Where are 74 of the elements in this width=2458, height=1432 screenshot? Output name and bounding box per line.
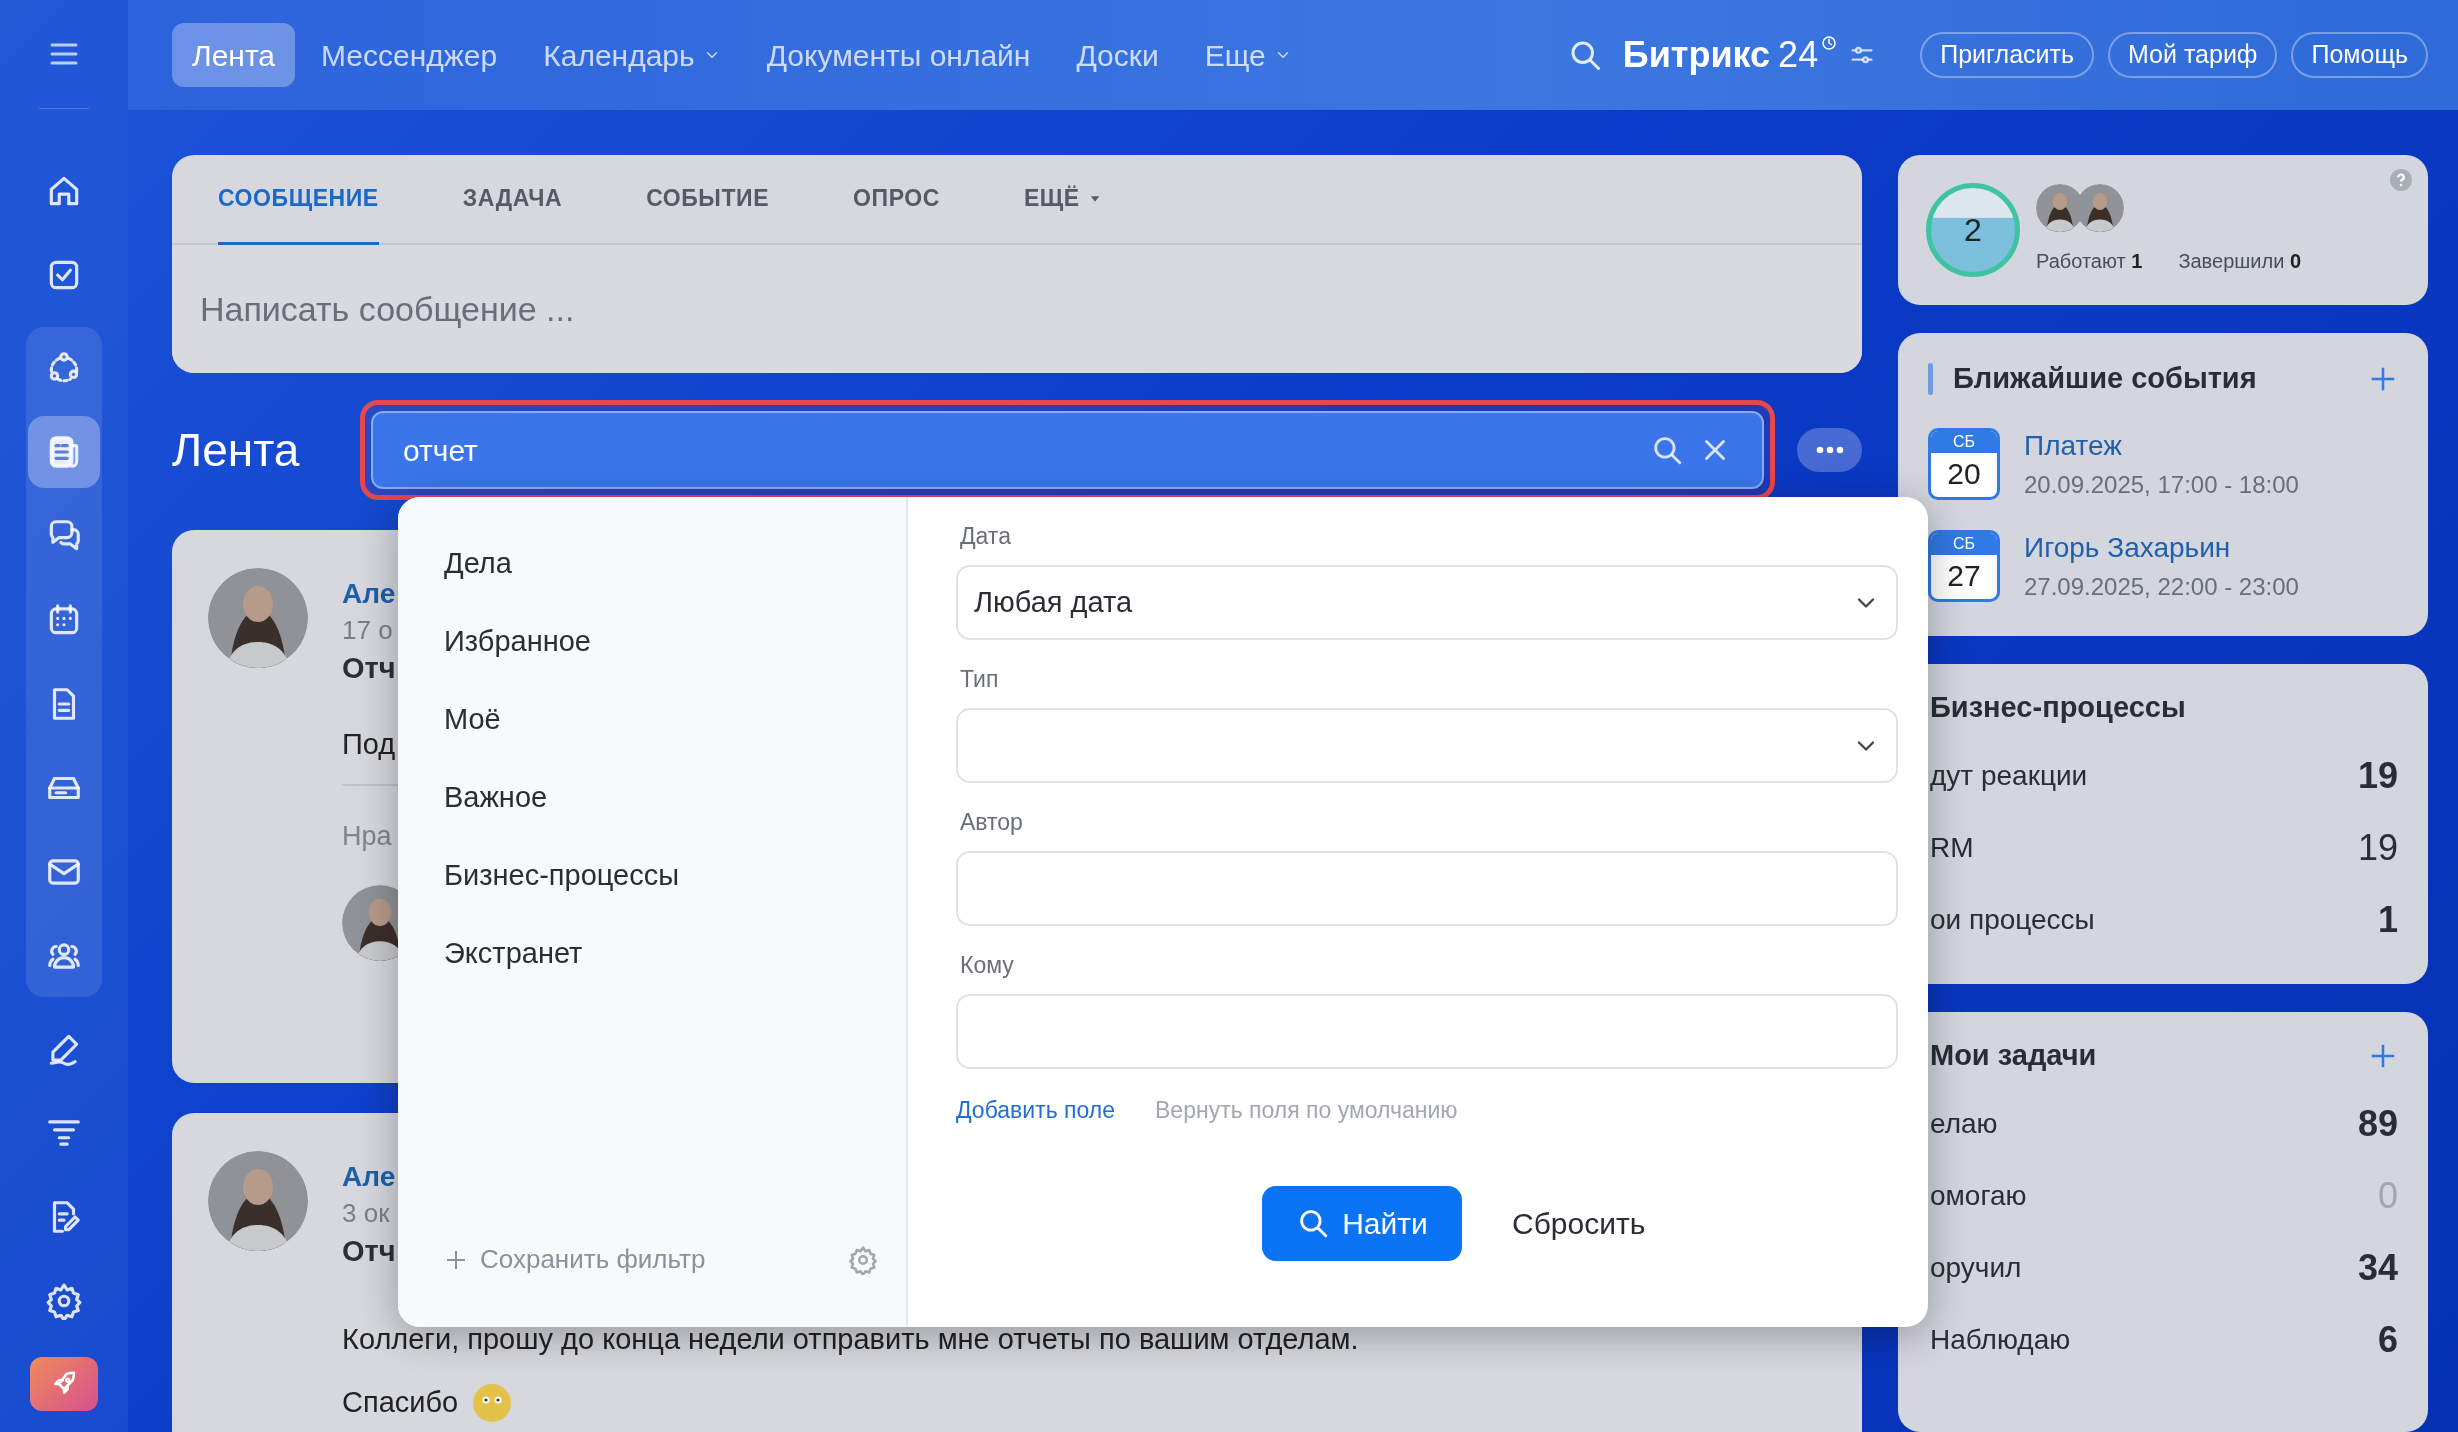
workday-counter[interactable]: 2 bbox=[1926, 183, 2020, 277]
accent-bar bbox=[1928, 362, 1933, 395]
filter-preset[interactable]: Важное bbox=[444, 759, 878, 837]
nav-tab[interactable]: Еще bbox=[1184, 23, 1312, 87]
search-field[interactable]: отчет bbox=[371, 411, 1764, 489]
header-button[interactable]: Мой тариф bbox=[2108, 32, 2278, 78]
counter-row[interactable]: Наблюдаю 6 bbox=[1930, 1316, 2398, 1364]
header-button[interactable]: Пригласить bbox=[1920, 32, 2094, 78]
post-date: 17 о bbox=[342, 614, 393, 647]
search-input[interactable]: отчет bbox=[403, 427, 1650, 473]
working-count: Работают 1 bbox=[2036, 249, 2143, 274]
settings-icon[interactable] bbox=[848, 1244, 878, 1275]
post-title: Отч bbox=[342, 651, 396, 686]
card-title: Мои задачи bbox=[1930, 1038, 2098, 1074]
event-time: 20.09.2025, 17:00 - 18:00 bbox=[2024, 469, 2299, 500]
like-link[interactable]: Нра bbox=[342, 816, 392, 857]
header-button[interactable]: Помощь bbox=[2291, 32, 2428, 78]
nav-tab[interactable]: Документы онлайн bbox=[746, 23, 1051, 87]
counter-row[interactable]: RM 19 bbox=[1930, 824, 2398, 872]
avatar[interactable] bbox=[208, 1151, 308, 1251]
post-text: Коллеги, прошу до конца недели отправить мне отчеты по вашим отделам. bbox=[342, 1322, 1359, 1357]
composer-tab[interactable]: ЗАДАЧА bbox=[462, 155, 563, 245]
select-field[interactable] bbox=[956, 708, 1898, 783]
nav-tab[interactable]: Мессенджер bbox=[301, 23, 518, 87]
nav-tab[interactable]: Календарь bbox=[523, 23, 741, 87]
input-field[interactable] bbox=[956, 994, 1898, 1069]
save-filter-button[interactable]: Сохранить фильтр bbox=[444, 1240, 706, 1279]
card-title: Бизнес-процессы bbox=[1930, 690, 2187, 726]
finished-count: Завершили 0 bbox=[2178, 249, 2301, 274]
event-link[interactable]: Платеж bbox=[2024, 424, 2299, 467]
post-text: Спасибо bbox=[342, 1385, 459, 1420]
filter-preset[interactable]: Экстранет bbox=[444, 915, 878, 993]
field-label: Автор bbox=[960, 808, 1024, 837]
brand-logo[interactable]: Битрикс 24 bbox=[1622, 28, 1819, 82]
author-link[interactable]: Але bbox=[342, 576, 396, 612]
clock-icon bbox=[1820, 34, 1839, 52]
composer-tab[interactable]: СОБЫТИЕ bbox=[646, 155, 770, 245]
card-title: Ближайшие события bbox=[1953, 361, 2258, 397]
nav-tab[interactable]: Доски bbox=[1056, 23, 1179, 87]
filter-preset[interactable]: Дела bbox=[444, 525, 878, 603]
page-title: Лента bbox=[172, 422, 301, 478]
emoji-icon bbox=[472, 1382, 513, 1423]
filter-preset[interactable]: Моё bbox=[444, 681, 878, 759]
filter-preset[interactable]: Бизнес-процессы bbox=[444, 837, 878, 915]
add-field-link[interactable]: Добавить поле bbox=[956, 1093, 1115, 1128]
reset-button[interactable]: Сбросить bbox=[1512, 1200, 1646, 1246]
input-field[interactable] bbox=[956, 851, 1898, 926]
select-field[interactable]: Любая дата bbox=[956, 565, 1898, 640]
counter-row[interactable]: дут реакции 19 bbox=[1930, 752, 2398, 800]
composer-tab[interactable]: ОПРОС bbox=[853, 155, 940, 245]
avatar[interactable] bbox=[208, 568, 308, 668]
rocket-button[interactable] bbox=[30, 1357, 98, 1411]
post-date: 3 ок bbox=[342, 1197, 390, 1230]
sidebar-item[interactable] bbox=[28, 416, 100, 488]
field-label: Кому bbox=[960, 951, 1015, 980]
find-button[interactable]: Найти bbox=[1262, 1185, 1462, 1261]
event-time: 27.09.2025, 22:00 - 23:00 bbox=[2024, 571, 2299, 602]
settings-icon bbox=[45, 1282, 83, 1320]
field-label: Тип bbox=[960, 665, 1000, 694]
counter-row[interactable]: оручил 34 bbox=[1930, 1244, 2398, 1292]
calendar-date-icon: СБ 20 bbox=[1928, 427, 2000, 500]
author-link[interactable]: Але bbox=[342, 1159, 396, 1195]
event-link[interactable]: Игорь Захарьин bbox=[2024, 526, 2299, 569]
post-text: Под bbox=[342, 727, 396, 762]
nav-tab[interactable]: Лента bbox=[172, 23, 296, 87]
counter-row[interactable]: елаю 89 bbox=[1930, 1100, 2398, 1148]
filter-preset[interactable]: Избранное bbox=[444, 603, 878, 681]
calendar-date-icon: СБ 27 bbox=[1928, 529, 2000, 602]
counter-row[interactable]: ои процессы 1 bbox=[1930, 896, 2398, 944]
message-input[interactable]: Написать сообщение ... bbox=[200, 281, 1834, 337]
post-title: Отч bbox=[342, 1234, 396, 1269]
composer-tab[interactable]: ЕЩЁ bbox=[1023, 155, 1102, 245]
more-button[interactable] bbox=[1797, 428, 1862, 472]
field-label: Дата bbox=[960, 522, 1012, 551]
